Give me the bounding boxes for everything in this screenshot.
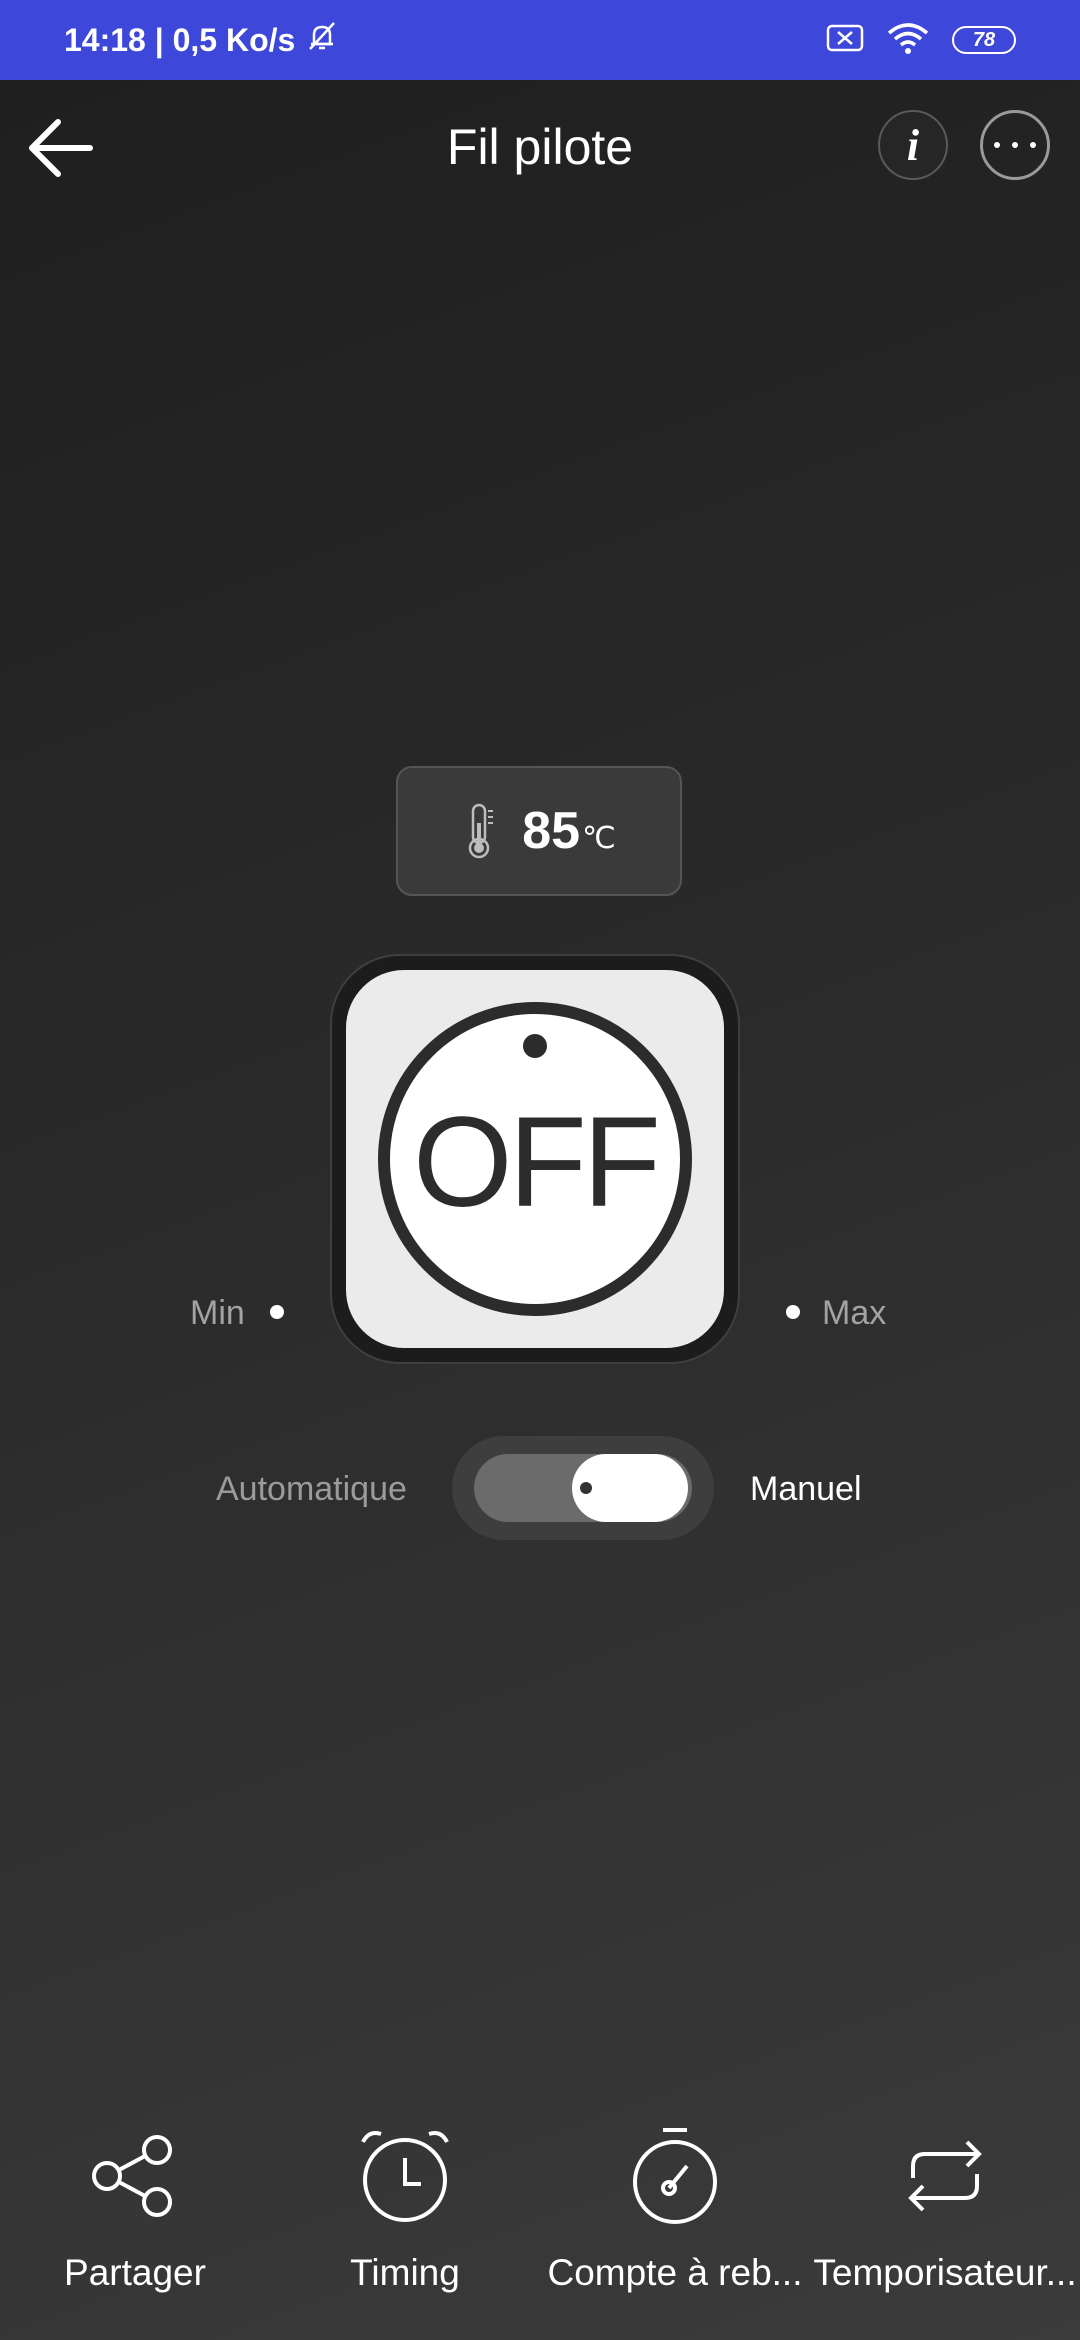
temperature-value: 85 xyxy=(522,802,581,860)
repeat-icon xyxy=(908,2140,982,2212)
power-state-label: OFF xyxy=(413,1090,661,1234)
more-button[interactable] xyxy=(980,110,1050,180)
countdown-button[interactable]: Compte à reb... xyxy=(540,2116,810,2340)
info-button[interactable]: i xyxy=(878,110,948,180)
max-dot xyxy=(786,1305,800,1319)
mode-toggle[interactable] xyxy=(452,1436,714,1540)
timing-label: Timing xyxy=(350,2252,460,2293)
temperature-unit: ℃ xyxy=(582,821,616,855)
status-time-speed: 14:18 | 0,5 Ko/s xyxy=(64,21,296,58)
power-knob-face: OFF xyxy=(346,970,724,1348)
more-dot xyxy=(1030,142,1036,148)
battery-icon: 78 xyxy=(952,26,1016,54)
share-label: Partager xyxy=(64,2252,206,2293)
min-dot xyxy=(270,1305,284,1319)
mode-manual-label[interactable]: Manuel xyxy=(750,1470,862,1509)
status-bar: 14:18 | 0,5 Ko/s 78 xyxy=(0,0,1080,80)
mode-automatic-label[interactable]: Automatique xyxy=(216,1470,407,1509)
alarm-clock-icon xyxy=(361,2131,449,2222)
max-label: Max xyxy=(822,1294,887,1332)
status-left: 14:18 | 0,5 Ko/s xyxy=(64,19,339,61)
bottom-action-bar: Partager Timing Compte à reb... Temporis… xyxy=(0,2116,1080,2340)
mode-toggle-thumb[interactable] xyxy=(572,1454,688,1522)
info-icon: i xyxy=(906,120,920,170)
top-bar: Fil pilote i xyxy=(0,80,1080,210)
timing-button[interactable]: Timing xyxy=(270,2116,540,2340)
delay-timer-button[interactable]: Temporisateur... xyxy=(810,2116,1080,2340)
thermometer-icon xyxy=(468,803,494,859)
min-label: Min xyxy=(190,1294,245,1332)
status-right: 78 xyxy=(804,21,1016,60)
share-icon xyxy=(92,2135,172,2217)
wifi-icon xyxy=(886,21,930,60)
knob-indicator-dot xyxy=(523,1034,547,1058)
delay-timer-label: Temporisateur... xyxy=(813,2252,1077,2293)
sim-off-icon xyxy=(826,23,864,58)
more-dot xyxy=(994,142,1000,148)
stopwatch-icon xyxy=(633,2128,717,2224)
share-button[interactable]: Partager xyxy=(0,2116,270,2340)
more-dot xyxy=(1012,142,1018,148)
thumb-dot xyxy=(580,1482,592,1494)
mute-bell-icon xyxy=(305,19,339,61)
power-knob[interactable]: OFF xyxy=(330,954,740,1364)
temperature-display: 85 ℃ xyxy=(396,766,682,896)
power-button[interactable]: OFF xyxy=(378,1002,692,1316)
countdown-label: Compte à reb... xyxy=(547,2252,803,2293)
